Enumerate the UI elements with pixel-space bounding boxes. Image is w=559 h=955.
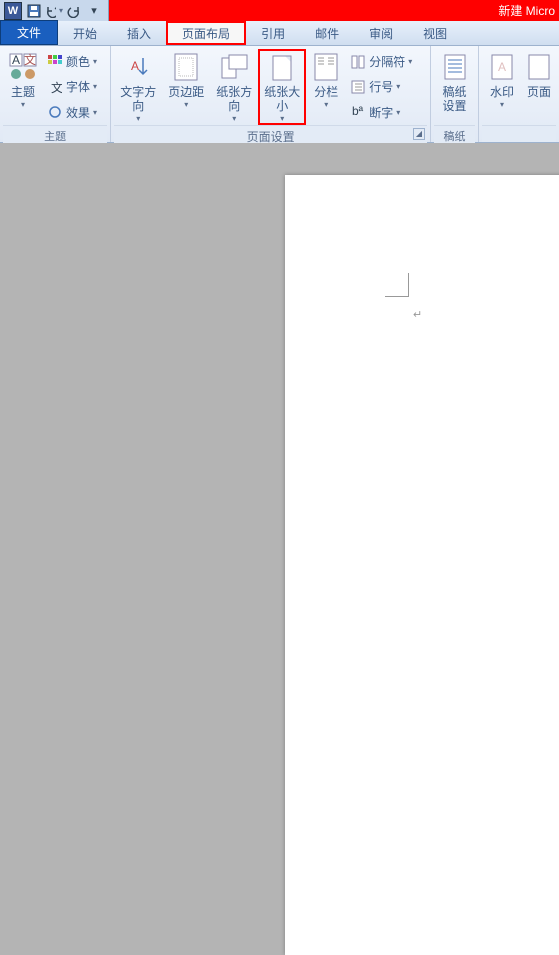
fonts-icon: 文 <box>47 79 63 95</box>
tab-file[interactable]: 文件 <box>0 20 58 45</box>
columns-button[interactable]: 分栏 ▾ <box>306 49 346 125</box>
margins-button[interactable]: 页边距 ▾ <box>162 49 210 125</box>
text-direction-icon: A <box>122 51 154 83</box>
group-page-background: A 水印 ▾ 页面 <box>479 46 559 142</box>
qat-more-icon[interactable]: ▾ <box>85 2 103 20</box>
svg-text:A: A <box>498 60 506 74</box>
group-label-bg <box>482 125 556 142</box>
ribbon-tabs: 文件 开始 插入 页面布局 引用 邮件 审阅 视图 <box>0 21 559 46</box>
orientation-button[interactable]: 纸张方向 ▾ <box>210 49 258 125</box>
breaks-icon <box>350 54 366 70</box>
tab-mail[interactable]: 邮件 <box>300 21 354 45</box>
document-title: 新建 Micro <box>498 2 555 19</box>
chevron-down-icon: ▾ <box>184 100 188 109</box>
word-logo-icon[interactable]: W <box>4 2 22 20</box>
chevron-down-icon: ▾ <box>232 114 236 123</box>
document-page[interactable]: ↵ <box>285 175 559 955</box>
orientation-icon <box>218 51 250 83</box>
chevron-down-icon: ▾ <box>324 100 328 109</box>
margins-icon <box>170 51 202 83</box>
group-page-setup: A 文字方向 ▾ 页边距 ▾ 纸张方向 ▾ 纸张大小 ▾ 分栏 <box>111 46 431 142</box>
title-bar: W ▾ ▾ 新建 Micro <box>0 0 559 21</box>
tab-view[interactable]: 视图 <box>408 21 462 45</box>
paper-size-button[interactable]: 纸张大小 ▾ <box>258 49 306 125</box>
paragraph-mark-icon: ↵ <box>413 308 422 321</box>
chevron-down-icon: ▾ <box>280 114 284 123</box>
tab-home[interactable]: 开始 <box>58 21 112 45</box>
tab-references[interactable]: 引用 <box>246 21 300 45</box>
group-manuscript: 稿纸设置 稿纸 <box>431 46 479 142</box>
tab-insert[interactable]: 插入 <box>112 21 166 45</box>
save-icon[interactable] <box>25 2 43 20</box>
breaks-button[interactable]: 分隔符▾ <box>350 51 412 73</box>
tab-page-layout[interactable]: 页面布局 <box>166 21 246 45</box>
group-theme: A文 主题 ▾ 颜色▾ 文字体▾ 效果▾ 主题 <box>0 46 111 142</box>
text-direction-button[interactable]: A 文字方向 ▾ <box>114 49 162 125</box>
line-numbers-button[interactable]: 行号▾ <box>350 76 412 98</box>
colors-icon <box>47 54 63 70</box>
theme-colors-button[interactable]: 颜色▾ <box>47 51 97 73</box>
page-border-button[interactable]: 页面 <box>522 49 556 125</box>
effects-icon <box>47 104 63 120</box>
theme-effects-button[interactable]: 效果▾ <box>47 101 97 123</box>
hyphenation-button[interactable]: bª断字▾ <box>350 101 412 123</box>
theme-fonts-button[interactable]: 文字体▾ <box>47 76 97 98</box>
ribbon: A文 主题 ▾ 颜色▾ 文字体▾ 效果▾ 主题 A 文字方向 ▾ 页边距 ▾ <box>0 46 559 143</box>
quick-access-toolbar: W ▾ ▾ <box>0 0 109 21</box>
manuscript-icon <box>439 51 471 83</box>
themes-button[interactable]: A文 主题 ▾ <box>3 49 43 125</box>
tab-review[interactable]: 审阅 <box>354 21 408 45</box>
margin-corner-icon <box>385 273 409 297</box>
document-workspace: ↵ <box>0 143 559 694</box>
hyphenation-icon: bª <box>350 104 366 120</box>
themes-icon: A文 <box>7 51 39 83</box>
svg-text:文: 文 <box>51 80 62 94</box>
svg-text:A: A <box>131 59 139 73</box>
columns-icon <box>310 51 342 83</box>
svg-text:A: A <box>12 53 20 67</box>
manuscript-button[interactable]: 稿纸设置 <box>434 49 475 125</box>
dialog-launcher-icon[interactable]: ◢ <box>413 128 425 140</box>
chevron-down-icon: ▾ <box>136 114 140 123</box>
chevron-down-icon: ▾ <box>500 100 504 109</box>
paper-size-icon <box>266 53 298 83</box>
svg-text:文: 文 <box>24 52 36 67</box>
watermark-icon: A <box>486 51 518 83</box>
svg-text:bª: bª <box>352 105 364 118</box>
page-border-icon <box>523 51 555 83</box>
undo-icon[interactable]: ▾ <box>45 2 63 20</box>
line-numbers-icon <box>350 79 366 95</box>
watermark-button[interactable]: A 水印 ▾ <box>482 49 522 125</box>
chevron-down-icon: ▾ <box>21 100 25 109</box>
redo-icon[interactable] <box>65 2 83 20</box>
